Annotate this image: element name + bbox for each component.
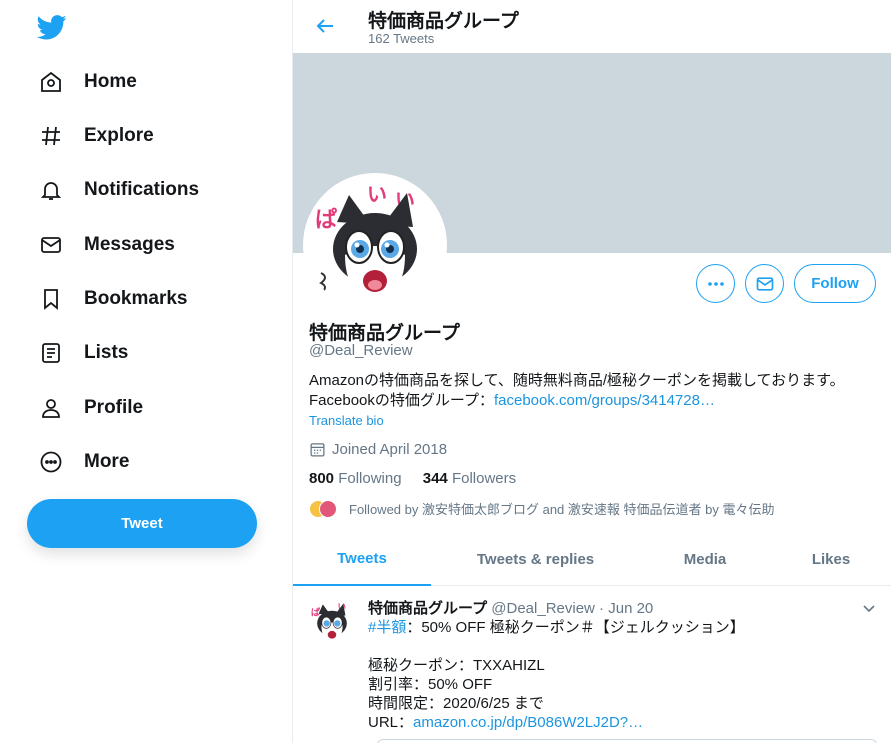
- nav-label-explore: Explore: [84, 125, 154, 146]
- bookmark-icon: [38, 286, 64, 312]
- bio-line-2: Facebookの特価グループ：facebook.com/groups/3414…: [309, 391, 879, 411]
- more-options-button[interactable]: [696, 264, 735, 303]
- list-icon: [38, 340, 64, 366]
- nav-item-messages[interactable]: Messages: [26, 222, 187, 268]
- follow-button[interactable]: Follow: [794, 264, 876, 303]
- nav-label-lists: Lists: [84, 342, 129, 363]
- nav-item-home[interactable]: Home: [26, 59, 149, 105]
- profile-name: 特価商品グループ: [309, 323, 460, 344]
- following-link[interactable]: 800 Following: [309, 470, 402, 487]
- page-title: 特価商品グループ: [368, 11, 519, 32]
- mini-avatar: [319, 499, 337, 518]
- joined-text: Joined April 2018: [332, 441, 448, 458]
- followed-by-text: Followed by 激安特価太郎ブログ and 激安速報 特価品伝道者 by…: [349, 502, 775, 517]
- tab-likes[interactable]: Likes: [770, 533, 891, 586]
- tweet-line-4: 割引率：50% OFF: [368, 676, 493, 693]
- more-circle-icon: [38, 449, 64, 475]
- tweet-count: 162 Tweets: [368, 31, 435, 46]
- translate-bio-link[interactable]: Translate bio: [309, 413, 384, 428]
- profile-handle: @Deal_Review: [309, 342, 413, 359]
- profile-bio: Amazonの特価商品を探して、随時無料商品/極秘クーポンを掲載しております。 …: [309, 371, 879, 411]
- tab-media[interactable]: Media: [640, 533, 770, 586]
- followed-by[interactable]: Followed by 激安特価太郎ブログ and 激安速報 特価品伝道者 by…: [309, 499, 774, 518]
- tweet-hashtag[interactable]: #半額: [368, 619, 406, 636]
- tweet-line-6: URL：amazon.co.jp/dp/B086W2LJ2D?…: [368, 713, 868, 732]
- nav-label-notifications: Notifications: [84, 179, 200, 200]
- nav-label-profile: Profile: [84, 397, 144, 418]
- followers-count: 344: [422, 470, 448, 487]
- tweet-date[interactable]: Jun 20: [608, 600, 653, 617]
- tweet-text: #半額：50% OFF 極秘クーポン＃【ジェルクッション】 極秘クーポン：TXX…: [368, 618, 868, 732]
- nav-item-lists[interactable]: Lists: [26, 330, 140, 376]
- bio-prefix: Facebookの特価グループ：: [309, 392, 494, 409]
- tweet-link-card[interactable]: [377, 739, 877, 743]
- joined-date: Joined April 2018: [309, 441, 447, 458]
- following-label: Following: [338, 470, 402, 487]
- chevron-down-icon[interactable]: [861, 601, 877, 617]
- svg-text:い: い: [367, 182, 387, 206]
- tweet-line-5: 時間限定：2020/6/25 まで: [368, 695, 544, 712]
- tweet-url-prefix: URL：: [368, 714, 414, 731]
- home-icon: [38, 69, 64, 95]
- bio-line-1: Amazonの特価商品を探して、随時無料商品/極秘クーポンを掲載しております。: [309, 372, 845, 389]
- tweet-item[interactable]: ぱ い 特価商品グループ @Deal_Review · Jun 20 #半額：5…: [293, 587, 891, 743]
- person-icon: [38, 395, 64, 421]
- bell-icon: [38, 177, 64, 203]
- nav-item-bookmarks[interactable]: Bookmarks: [26, 276, 200, 322]
- tweet-separator: ·: [594, 600, 609, 617]
- profile-tabs: Tweets Tweets & replies Media Likes: [293, 533, 891, 586]
- twitter-bird-icon[interactable]: [36, 12, 67, 42]
- back-arrow-icon[interactable]: [313, 14, 337, 38]
- tab-tweets[interactable]: Tweets: [293, 533, 431, 586]
- envelope-icon: [38, 232, 64, 258]
- tweet-line-3: 極秘クーポン：TXXAHIZL: [368, 657, 545, 674]
- tweet-author-name[interactable]: 特価商品グループ: [368, 600, 487, 617]
- bio-facebook-link[interactable]: facebook.com/groups/3414728…: [494, 392, 715, 409]
- tweet-url-link[interactable]: amazon.co.jp/dp/B086W2LJ2D?…: [413, 714, 643, 731]
- envelope-icon: [756, 276, 773, 291]
- tweet-line-1: #半額：50% OFF 極秘クーポン＃【ジェルクッション】: [368, 618, 868, 637]
- hashtag-icon: [38, 123, 64, 149]
- followers-label: Followers: [451, 470, 517, 487]
- calendar-icon: [310, 443, 325, 457]
- tab-tweets-replies[interactable]: Tweets & replies: [431, 533, 640, 586]
- nav-label-home: Home: [84, 71, 137, 92]
- more-dots-icon: [707, 281, 724, 286]
- profile-avatar[interactable]: ぱ い い: [303, 173, 447, 317]
- tweet-header: 特価商品グループ @Deal_Review · Jun 20: [368, 597, 653, 618]
- nav-label-bookmarks: Bookmarks: [84, 288, 188, 309]
- nav-label-more: More: [84, 451, 130, 472]
- profile-column: 特価商品グループ 162 Tweets ぱ い い: [292, 0, 891, 743]
- tweet-button[interactable]: Tweet: [27, 499, 257, 548]
- tweet-avatar[interactable]: ぱ い: [308, 598, 356, 646]
- tweet-author-handle[interactable]: @Deal_Review: [491, 600, 595, 617]
- nav-item-more[interactable]: More: [26, 439, 141, 485]
- followed-by-avatars: [309, 499, 339, 518]
- sidebar: Home Explore Notifications Messages Book…: [0, 0, 292, 743]
- nav-item-profile[interactable]: Profile: [26, 385, 155, 431]
- nav-item-explore[interactable]: Explore: [26, 113, 166, 159]
- follow-counts: 800 Following 344 Followers: [309, 470, 516, 487]
- nav-label-messages: Messages: [84, 234, 175, 255]
- following-count: 800: [309, 470, 335, 487]
- followers-link[interactable]: 344 Followers: [423, 470, 516, 487]
- nav-item-notifications[interactable]: Notifications: [26, 167, 211, 213]
- svg-text:ぱ: ぱ: [315, 207, 337, 233]
- top-bar: 特価商品グループ 162 Tweets: [293, 0, 891, 53]
- message-button[interactable]: [745, 264, 784, 303]
- tweet-line-1-text: ：50% OFF 極秘クーポン＃【ジェルクッション】: [406, 619, 745, 636]
